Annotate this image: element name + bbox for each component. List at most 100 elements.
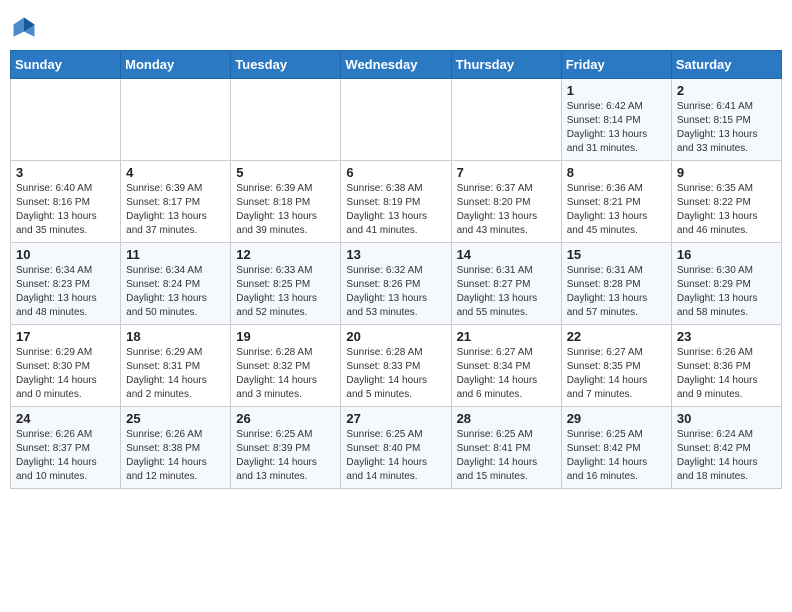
day-cell: 23 Sunrise: 6:26 AMSunset: 8:36 PMDayligh…: [671, 325, 781, 407]
day-info: Sunrise: 6:27 AMSunset: 8:35 PMDaylight:…: [567, 346, 666, 402]
day-info: Sunrise: 6:25 AMSunset: 8:42 PMDaylight:…: [567, 428, 666, 484]
day-cell: 15 Sunrise: 6:31 AMSunset: 8:28 PMDayligh…: [561, 243, 671, 325]
day-number: 12: [236, 247, 335, 262]
day-number: 9: [677, 165, 776, 180]
day-cell: 13Sunrise: 6:32 AMSunset: 8:26 PMDayligh…: [341, 243, 451, 325]
day-info: Sunrise: 6:26 AMSunset: 8:36 PMDaylight:…: [677, 346, 776, 402]
day-number: 17: [16, 329, 115, 344]
day-number: 15: [567, 247, 666, 262]
day-number: 18: [126, 329, 225, 344]
day-cell: 30 Sunrise: 6:24 AMSunset: 8:42 PMDayligh…: [671, 407, 781, 489]
day-number: 29: [567, 411, 666, 426]
day-number: 19: [236, 329, 335, 344]
day-cell: 18 Sunrise: 6:29 AMSunset: 8:31 PMDayligh…: [121, 325, 231, 407]
day-info: Sunrise: 6:40 AMSunset: 8:16 PMDaylight:…: [16, 182, 115, 238]
day-number: 4: [126, 165, 225, 180]
day-number: 3: [16, 165, 115, 180]
day-info: Sunrise: 6:31 AMSunset: 8:28 PMDaylight:…: [567, 264, 666, 320]
day-cell: 3 Sunrise: 6:40 AMSunset: 8:16 PMDaylight…: [11, 161, 121, 243]
day-cell: 19 Sunrise: 6:28 AMSunset: 8:32 PMDayligh…: [231, 325, 341, 407]
day-info: Sunrise: 6:39 AMSunset: 8:17 PMDaylight:…: [126, 182, 225, 238]
day-info: Sunrise: 6:27 AMSunset: 8:34 PMDaylight:…: [457, 346, 556, 402]
day-number: 21: [457, 329, 556, 344]
day-cell: 8 Sunrise: 6:36 AMSunset: 8:21 PMDaylight…: [561, 161, 671, 243]
day-cell: 14 Sunrise: 6:31 AMSunset: 8:27 PMDayligh…: [451, 243, 561, 325]
week-row-2: 3 Sunrise: 6:40 AMSunset: 8:16 PMDaylight…: [11, 161, 782, 243]
day-cell: 10 Sunrise: 6:34 AMSunset: 8:23 PMDayligh…: [11, 243, 121, 325]
day-cell: 25 Sunrise: 6:26 AMSunset: 8:38 PMDayligh…: [121, 407, 231, 489]
col-header-monday: Monday: [121, 51, 231, 79]
day-info: Sunrise: 6:29 AMSunset: 8:30 PMDaylight:…: [16, 346, 115, 402]
day-number: 6: [346, 165, 445, 180]
day-info: Sunrise: 6:28 AMSunset: 8:32 PMDaylight:…: [236, 346, 335, 402]
day-cell: [341, 79, 451, 161]
day-number: 8: [567, 165, 666, 180]
header-row: SundayMondayTuesdayWednesdayThursdayFrid…: [11, 51, 782, 79]
col-header-thursday: Thursday: [451, 51, 561, 79]
day-info: Sunrise: 6:36 AMSunset: 8:21 PMDaylight:…: [567, 182, 666, 238]
day-number: 10: [16, 247, 115, 262]
day-number: 30: [677, 411, 776, 426]
day-info: Sunrise: 6:35 AMSunset: 8:22 PMDaylight:…: [677, 182, 776, 238]
day-cell: 7Sunrise: 6:37 AMSunset: 8:20 PMDaylight…: [451, 161, 561, 243]
day-cell: 28Sunrise: 6:25 AMSunset: 8:41 PMDayligh…: [451, 407, 561, 489]
day-number: 16: [677, 247, 776, 262]
day-info: Sunrise: 6:25 AMSunset: 8:40 PMDaylight:…: [346, 428, 445, 484]
col-header-saturday: Saturday: [671, 51, 781, 79]
col-header-sunday: Sunday: [11, 51, 121, 79]
day-info: Sunrise: 6:41 AMSunset: 8:15 PMDaylight:…: [677, 100, 776, 156]
day-info: Sunrise: 6:29 AMSunset: 8:31 PMDaylight:…: [126, 346, 225, 402]
day-number: 24: [16, 411, 115, 426]
calendar-table: SundayMondayTuesdayWednesdayThursdayFrid…: [10, 50, 782, 489]
calendar-body: 1 Sunrise: 6:42 AMSunset: 8:14 PMDaylight…: [11, 79, 782, 489]
day-number: 27: [346, 411, 445, 426]
day-info: Sunrise: 6:24 AMSunset: 8:42 PMDaylight:…: [677, 428, 776, 484]
day-cell: 9 Sunrise: 6:35 AMSunset: 8:22 PMDaylight…: [671, 161, 781, 243]
day-cell: 11Sunrise: 6:34 AMSunset: 8:24 PMDayligh…: [121, 243, 231, 325]
day-number: 25: [126, 411, 225, 426]
day-cell: 5Sunrise: 6:39 AMSunset: 8:18 PMDaylight…: [231, 161, 341, 243]
col-header-wednesday: Wednesday: [341, 51, 451, 79]
day-number: 1: [567, 83, 666, 98]
day-info: Sunrise: 6:33 AMSunset: 8:25 PMDaylight:…: [236, 264, 335, 320]
logo: [10, 14, 42, 42]
day-info: Sunrise: 6:32 AMSunset: 8:26 PMDaylight:…: [346, 264, 445, 320]
calendar-header: SundayMondayTuesdayWednesdayThursdayFrid…: [11, 51, 782, 79]
day-number: 22: [567, 329, 666, 344]
day-cell: 4 Sunrise: 6:39 AMSunset: 8:17 PMDaylight…: [121, 161, 231, 243]
day-cell: 21 Sunrise: 6:27 AMSunset: 8:34 PMDayligh…: [451, 325, 561, 407]
page-header: [10, 10, 782, 42]
day-cell: 29 Sunrise: 6:25 AMSunset: 8:42 PMDayligh…: [561, 407, 671, 489]
week-row-1: 1 Sunrise: 6:42 AMSunset: 8:14 PMDaylight…: [11, 79, 782, 161]
day-number: 7: [457, 165, 556, 180]
col-header-friday: Friday: [561, 51, 671, 79]
day-number: 14: [457, 247, 556, 262]
logo-icon: [10, 14, 38, 42]
week-row-3: 10 Sunrise: 6:34 AMSunset: 8:23 PMDayligh…: [11, 243, 782, 325]
day-number: 20: [346, 329, 445, 344]
day-info: Sunrise: 6:30 AMSunset: 8:29 PMDaylight:…: [677, 264, 776, 320]
week-row-5: 24 Sunrise: 6:26 AMSunset: 8:37 PMDayligh…: [11, 407, 782, 489]
day-info: Sunrise: 6:26 AMSunset: 8:38 PMDaylight:…: [126, 428, 225, 484]
day-cell: [11, 79, 121, 161]
col-header-tuesday: Tuesday: [231, 51, 341, 79]
day-info: Sunrise: 6:26 AMSunset: 8:37 PMDaylight:…: [16, 428, 115, 484]
day-info: Sunrise: 6:42 AMSunset: 8:14 PMDaylight:…: [567, 100, 666, 156]
day-cell: 6 Sunrise: 6:38 AMSunset: 8:19 PMDaylight…: [341, 161, 451, 243]
day-number: 28: [457, 411, 556, 426]
day-cell: 24 Sunrise: 6:26 AMSunset: 8:37 PMDayligh…: [11, 407, 121, 489]
day-cell: 12 Sunrise: 6:33 AMSunset: 8:25 PMDayligh…: [231, 243, 341, 325]
day-cell: [231, 79, 341, 161]
day-cell: 22 Sunrise: 6:27 AMSunset: 8:35 PMDayligh…: [561, 325, 671, 407]
day-number: 26: [236, 411, 335, 426]
day-info: Sunrise: 6:38 AMSunset: 8:19 PMDaylight:…: [346, 182, 445, 238]
day-info: Sunrise: 6:25 AMSunset: 8:39 PMDaylight:…: [236, 428, 335, 484]
day-cell: 1 Sunrise: 6:42 AMSunset: 8:14 PMDaylight…: [561, 79, 671, 161]
day-cell: [121, 79, 231, 161]
day-cell: 27 Sunrise: 6:25 AMSunset: 8:40 PMDayligh…: [341, 407, 451, 489]
day-number: 23: [677, 329, 776, 344]
day-info: Sunrise: 6:31 AMSunset: 8:27 PMDaylight:…: [457, 264, 556, 320]
day-number: 11: [126, 247, 225, 262]
day-info: Sunrise: 6:39 AMSunset: 8:18 PMDaylight:…: [236, 182, 335, 238]
day-info: Sunrise: 6:34 AMSunset: 8:23 PMDaylight:…: [16, 264, 115, 320]
